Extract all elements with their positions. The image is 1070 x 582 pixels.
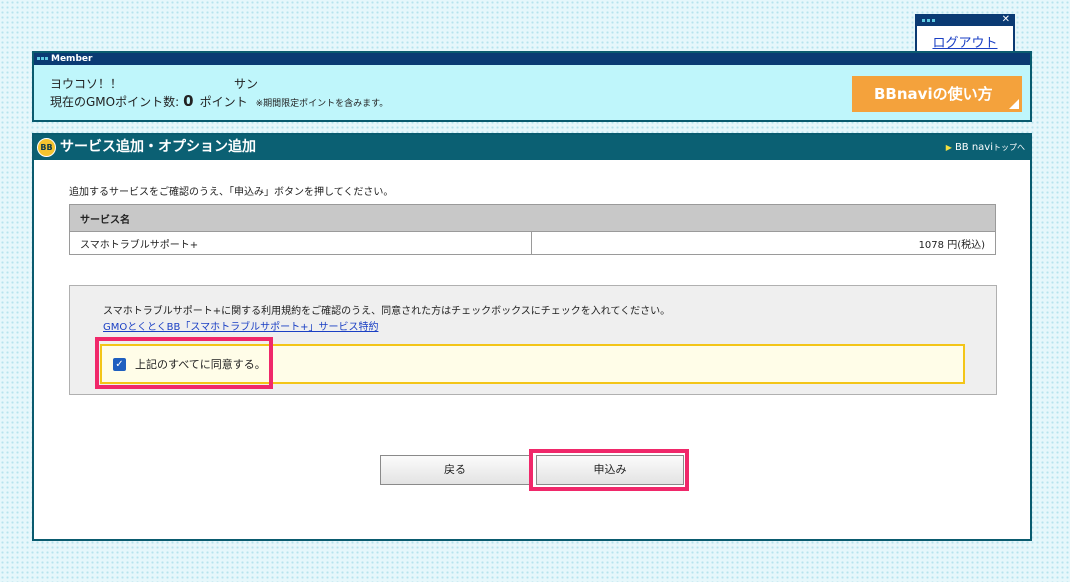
member-panel: Member ヨウコソ！！ サン 現在のGMOポイント数: 0 ポイント ※期間限定ポ… [32,51,1032,122]
column-header-service-name: サービス名 [69,204,996,232]
bbnavi-top-link[interactable]: ▶ BB naviトップへ [946,142,1025,153]
points-label: 現在のGMOポイント数: [50,95,180,109]
triangle-right-icon: ▶ [945,143,952,152]
highlight-box-checkbox [95,337,273,389]
honorific-text: サン [234,77,259,91]
bar-dot-icon [932,19,935,22]
bbnavi-top-link-suffix: トップへ [993,143,1025,152]
bar-dot-icon [45,57,48,60]
highlight-box-apply [529,449,689,491]
service-price-cell: 1078 円(税込) [531,231,996,255]
service-table: サービス名 スマホトラブルサポート+ 1078 円(税込) [69,204,996,255]
bbnavi-howto-label: BBnaviの使い方 [874,85,993,103]
points-note: ※期間限定ポイントを含みます。 [255,99,389,109]
bbnavi-top-link-label: BB navi [954,142,993,153]
terms-link[interactable]: GMOとくとくBB「スマホトラブルサポート+」サービス特約 [103,318,378,333]
bar-dot-icon [927,19,930,22]
table-row: スマホトラブルサポート+ 1078 円(税込) [69,231,996,255]
bb-logo-icon: BB [37,138,56,157]
bar-dot-icon [41,57,44,60]
page-title: サービス追加・オプション追加 [60,139,256,155]
service-name-cell: スマホトラブルサポート+ [69,231,532,255]
member-header-label: Member [51,54,93,64]
bar-dot-icon [37,57,40,60]
logout-link[interactable]: ログアウト [917,32,1013,51]
close-icon[interactable]: ✕ [1002,13,1010,27]
back-button[interactable]: 戻る [380,455,530,485]
table-header-row: サービス名 [69,204,996,232]
panel-titlebar: BB サービス追加・オプション追加 ▶ BB naviトップへ [34,135,1030,160]
logout-popup-bar: ✕ [917,13,1013,27]
points-line: 現在のGMOポイント数: 0 ポイント ※期間限定ポイントを含みます。 [50,92,388,110]
agreement-text: スマホトラブルサポート+に関する利用規約をご確認のうえ、同意された方はチェックボ… [103,306,671,317]
points-unit: ポイント [199,95,248,109]
corner-triangle-icon [1009,99,1019,109]
points-value: 0 [183,92,194,110]
bbnavi-howto-button[interactable]: BBnaviの使い方 [852,76,1022,112]
instruction-text: 追加するサービスをご確認のうえ、「申込み」ボタンを押してください。 [69,187,394,198]
member-header: Member [34,53,1030,65]
bar-dot-icon [922,19,925,22]
service-add-panel: BB サービス追加・オプション追加 ▶ BB naviトップへ 追加するサービスを… [32,133,1032,541]
welcome-text: ヨウコソ！！ [50,77,123,91]
